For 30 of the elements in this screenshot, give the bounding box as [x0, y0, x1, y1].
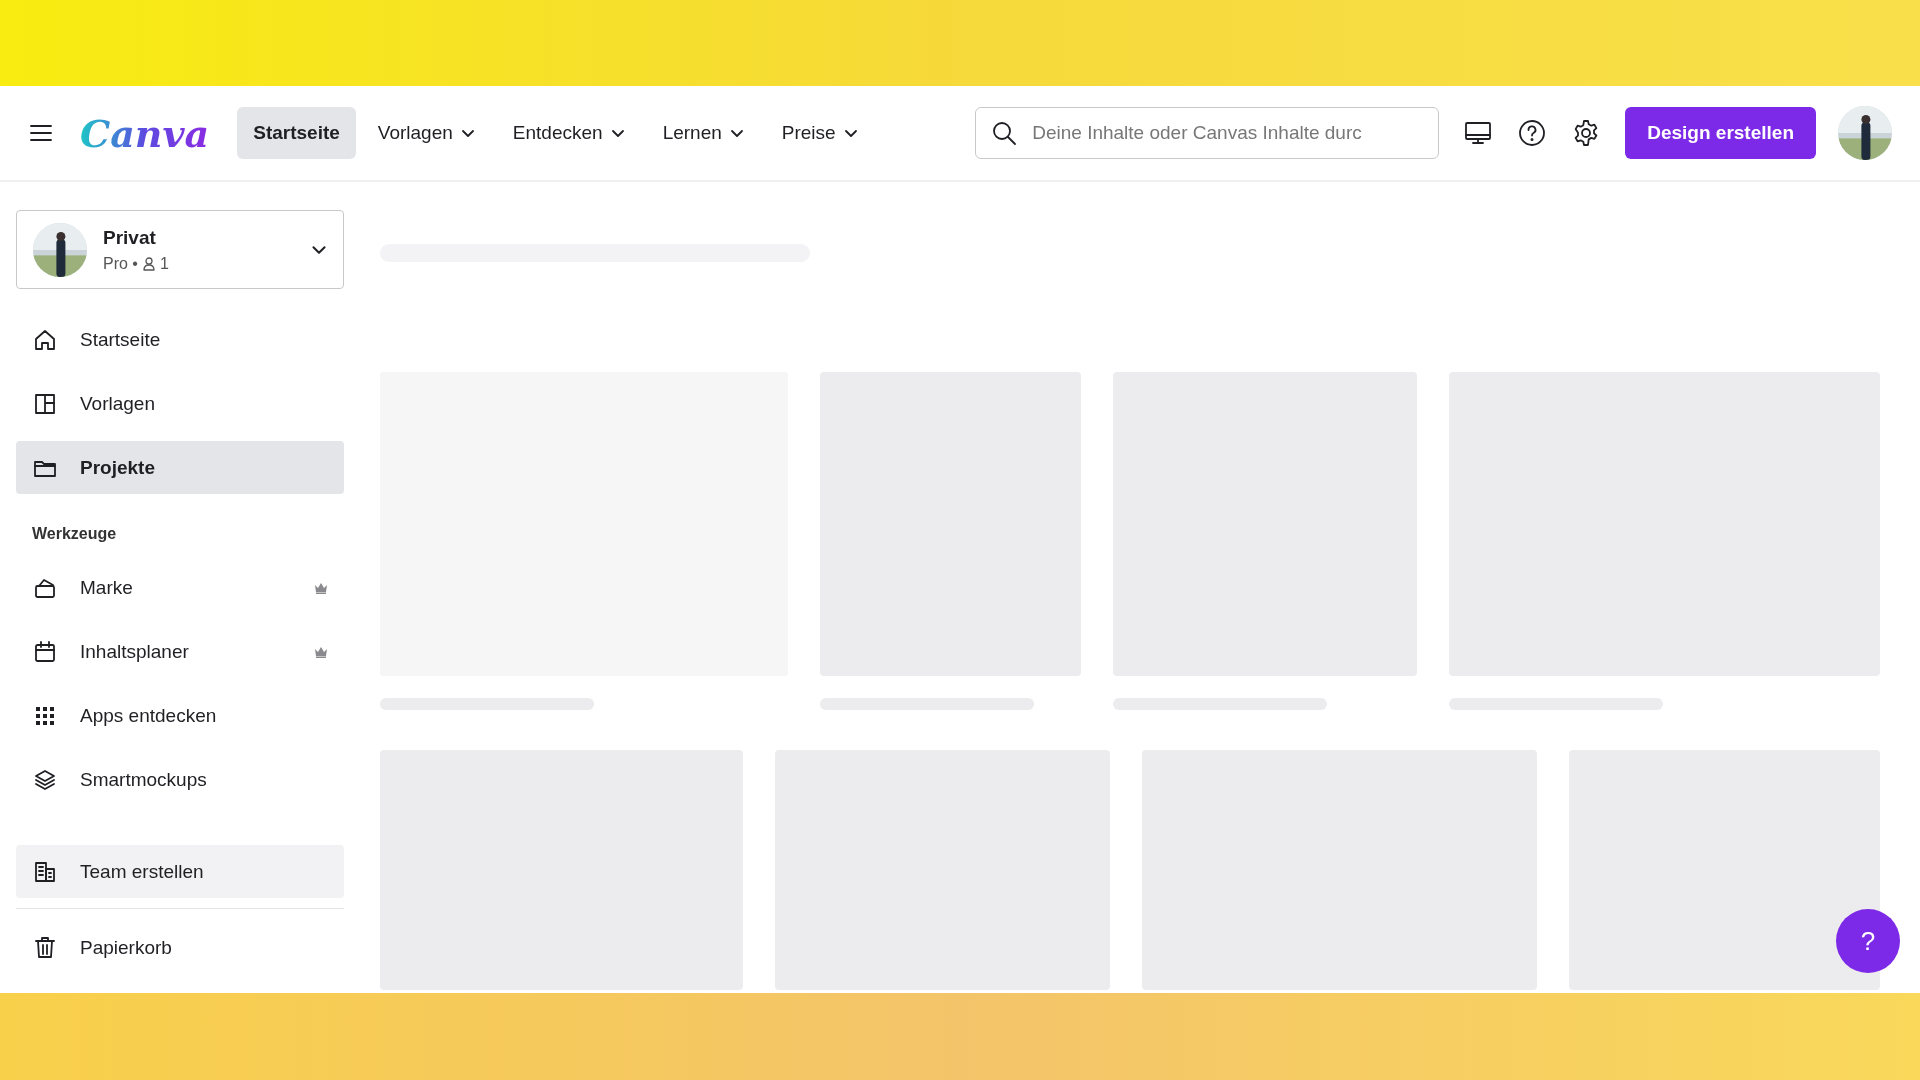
avatar	[33, 222, 87, 277]
sidebar-item[interactable]: Smartmockups	[16, 753, 344, 806]
sidebar-item[interactable]: Projekte	[16, 441, 344, 494]
avatar[interactable]	[1838, 106, 1892, 160]
nav-tab[interactable]: Preise	[765, 107, 874, 159]
sidebar-item[interactable]: Papierkorb	[16, 921, 344, 974]
sidebar-item[interactable]: Inhaltsplaner	[16, 625, 344, 678]
sidebar-item[interactable]: Startseite	[16, 313, 344, 366]
nav-tab[interactable]: Lernen	[646, 107, 760, 159]
person-icon	[142, 256, 155, 271]
help-button[interactable]: ?	[1836, 909, 1900, 973]
nav-tab[interactable]: Vorlagen	[361, 107, 491, 159]
sidebar-item[interactable]: Vorlagen	[16, 377, 344, 430]
menu-icon[interactable]	[30, 124, 52, 142]
account-name: Privat	[103, 226, 157, 249]
chevron-down-icon	[311, 244, 327, 255]
section-heading: Werkzeuge	[32, 525, 118, 543]
nav-tab[interactable]: Startseite	[237, 107, 356, 159]
search-field[interactable]: Deine Inhalte oder Canvas Inhalte durc	[975, 107, 1440, 159]
member-count: 1	[159, 254, 169, 273]
trash-icon	[32, 934, 58, 961]
sidebar-item[interactable]: Team erstellen	[16, 845, 344, 898]
sidebar-item[interactable]: Marke	[16, 561, 344, 614]
sidebar-item[interactable]: Apps entdecken	[16, 689, 344, 742]
plan-label: Pro •	[103, 254, 138, 273]
create-design-button[interactable]: Design erstellen	[1625, 107, 1816, 159]
account-switcher[interactable]: Privat Pro • 1	[16, 210, 344, 289]
help-icon[interactable]	[1517, 118, 1548, 148]
nav-tab[interactable]: Entdecken	[496, 107, 641, 159]
calendar-icon	[32, 638, 58, 665]
